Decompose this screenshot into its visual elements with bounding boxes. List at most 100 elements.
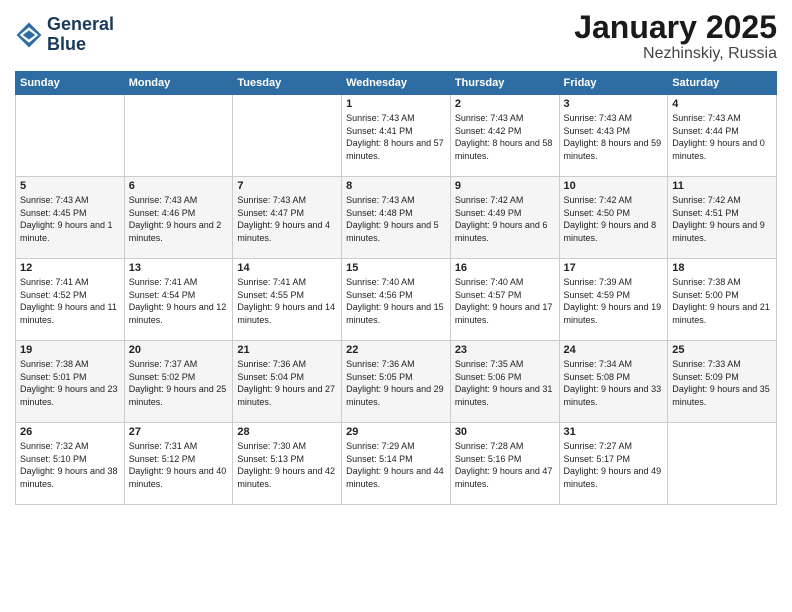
calendar-cell bbox=[124, 95, 233, 177]
weekday-header-saturday: Saturday bbox=[668, 72, 777, 95]
weekday-header-sunday: Sunday bbox=[16, 72, 125, 95]
weekday-header-monday: Monday bbox=[124, 72, 233, 95]
logo: General Blue bbox=[15, 15, 114, 55]
day-info: Sunrise: 7:42 AM Sunset: 4:51 PM Dayligh… bbox=[672, 194, 772, 244]
calendar-week-row: 26 Sunrise: 7:32 AM Sunset: 5:10 PM Dayli… bbox=[16, 423, 777, 505]
day-number: 12 bbox=[20, 262, 120, 274]
calendar-header-row: SundayMondayTuesdayWednesdayThursdayFrid… bbox=[16, 72, 777, 95]
day-info: Sunrise: 7:42 AM Sunset: 4:49 PM Dayligh… bbox=[455, 194, 555, 244]
day-number: 2 bbox=[455, 98, 555, 110]
calendar-cell: 19 Sunrise: 7:38 AM Sunset: 5:01 PM Dayli… bbox=[16, 341, 125, 423]
day-number: 19 bbox=[20, 344, 120, 356]
weekday-header-friday: Friday bbox=[559, 72, 668, 95]
calendar-cell: 3Sunrise: 7:43 AM Sunset: 4:43 PM Daylig… bbox=[559, 95, 668, 177]
calendar-cell: 13Sunrise: 7:41 AM Sunset: 4:54 PM Dayli… bbox=[124, 259, 233, 341]
calendar-cell: 20 Sunrise: 7:37 AM Sunset: 5:02 PM Dayli… bbox=[124, 341, 233, 423]
day-number: 5 bbox=[20, 180, 120, 192]
day-number: 29 bbox=[346, 426, 446, 438]
day-info: Sunrise: 7:41 AM Sunset: 4:52 PM Dayligh… bbox=[20, 276, 120, 326]
calendar-cell: 14Sunrise: 7:41 AM Sunset: 4:55 PM Dayli… bbox=[233, 259, 342, 341]
calendar-cell: 25 Sunrise: 7:33 AM Sunset: 5:09 PM Dayli… bbox=[668, 341, 777, 423]
day-number: 23 bbox=[455, 344, 555, 356]
calendar-cell: 31 Sunrise: 7:27 AM Sunset: 5:17 PM Dayli… bbox=[559, 423, 668, 505]
calendar-cell: 2 Sunrise: 7:43 AM Sunset: 4:42 PM Daylig… bbox=[450, 95, 559, 177]
day-info: Sunrise: 7:43 AM Sunset: 4:43 PM Dayligh… bbox=[564, 112, 664, 162]
day-number: 10 bbox=[564, 180, 664, 192]
calendar-cell: 26 Sunrise: 7:32 AM Sunset: 5:10 PM Dayli… bbox=[16, 423, 125, 505]
day-info: Sunrise: 7:31 AM Sunset: 5:12 PM Dayligh… bbox=[129, 440, 229, 490]
calendar-week-row: 5 Sunrise: 7:43 AM Sunset: 4:45 PM Daylig… bbox=[16, 177, 777, 259]
day-info: Sunrise: 7:38 AM Sunset: 5:00 PM Dayligh… bbox=[672, 276, 772, 326]
day-info: Sunrise: 7:37 AM Sunset: 5:02 PM Dayligh… bbox=[129, 358, 229, 408]
day-info: Sunrise: 7:33 AM Sunset: 5:09 PM Dayligh… bbox=[672, 358, 772, 408]
calendar-cell: 8Sunrise: 7:43 AM Sunset: 4:48 PM Daylig… bbox=[342, 177, 451, 259]
calendar-cell: 4 Sunrise: 7:43 AM Sunset: 4:44 PM Daylig… bbox=[668, 95, 777, 177]
day-number: 21 bbox=[237, 344, 337, 356]
calendar-cell: 29 Sunrise: 7:29 AM Sunset: 5:14 PM Dayli… bbox=[342, 423, 451, 505]
day-number: 8 bbox=[346, 180, 446, 192]
day-number: 9 bbox=[455, 180, 555, 192]
location-subtitle: Nezhinskiy, Russia bbox=[574, 45, 777, 63]
weekday-header-wednesday: Wednesday bbox=[342, 72, 451, 95]
day-info: Sunrise: 7:36 AM Sunset: 5:05 PM Dayligh… bbox=[346, 358, 446, 408]
month-title: January 2025 bbox=[574, 10, 777, 45]
weekday-header-tuesday: Tuesday bbox=[233, 72, 342, 95]
calendar-cell: 10Sunrise: 7:42 AM Sunset: 4:50 PM Dayli… bbox=[559, 177, 668, 259]
day-number: 17 bbox=[564, 262, 664, 274]
day-number: 7 bbox=[237, 180, 337, 192]
calendar-cell: 9 Sunrise: 7:42 AM Sunset: 4:49 PM Daylig… bbox=[450, 177, 559, 259]
page-container: General Blue January 2025 Nezhinskiy, Ru… bbox=[0, 0, 792, 515]
calendar-cell: 16Sunrise: 7:40 AM Sunset: 4:57 PM Dayli… bbox=[450, 259, 559, 341]
calendar-week-row: 12 Sunrise: 7:41 AM Sunset: 4:52 PM Dayli… bbox=[16, 259, 777, 341]
day-info: Sunrise: 7:43 AM Sunset: 4:47 PM Dayligh… bbox=[237, 194, 337, 244]
header: General Blue January 2025 Nezhinskiy, Ru… bbox=[15, 10, 777, 63]
day-info: Sunrise: 7:43 AM Sunset: 4:45 PM Dayligh… bbox=[20, 194, 120, 244]
day-number: 31 bbox=[564, 426, 664, 438]
day-info: Sunrise: 7:43 AM Sunset: 4:41 PM Dayligh… bbox=[346, 112, 446, 162]
day-number: 15 bbox=[346, 262, 446, 274]
day-info: Sunrise: 7:41 AM Sunset: 4:54 PM Dayligh… bbox=[129, 276, 229, 326]
calendar-cell: 6Sunrise: 7:43 AM Sunset: 4:46 PM Daylig… bbox=[124, 177, 233, 259]
day-number: 4 bbox=[672, 98, 772, 110]
day-number: 27 bbox=[129, 426, 229, 438]
day-number: 30 bbox=[455, 426, 555, 438]
day-number: 26 bbox=[20, 426, 120, 438]
calendar-cell: 17 Sunrise: 7:39 AM Sunset: 4:59 PM Dayli… bbox=[559, 259, 668, 341]
day-info: Sunrise: 7:34 AM Sunset: 5:08 PM Dayligh… bbox=[564, 358, 664, 408]
day-info: Sunrise: 7:28 AM Sunset: 5:16 PM Dayligh… bbox=[455, 440, 555, 490]
day-info: Sunrise: 7:38 AM Sunset: 5:01 PM Dayligh… bbox=[20, 358, 120, 408]
day-number: 25 bbox=[672, 344, 772, 356]
day-info: Sunrise: 7:43 AM Sunset: 4:44 PM Dayligh… bbox=[672, 112, 772, 162]
day-info: Sunrise: 7:43 AM Sunset: 4:42 PM Dayligh… bbox=[455, 112, 555, 162]
logo-text-blue: Blue bbox=[47, 35, 114, 55]
calendar-week-row: 1Sunrise: 7:43 AM Sunset: 4:41 PM Daylig… bbox=[16, 95, 777, 177]
day-info: Sunrise: 7:39 AM Sunset: 4:59 PM Dayligh… bbox=[564, 276, 664, 326]
day-info: Sunrise: 7:27 AM Sunset: 5:17 PM Dayligh… bbox=[564, 440, 664, 490]
calendar-cell: 15 Sunrise: 7:40 AM Sunset: 4:56 PM Dayli… bbox=[342, 259, 451, 341]
day-info: Sunrise: 7:41 AM Sunset: 4:55 PM Dayligh… bbox=[237, 276, 337, 326]
calendar-cell: 21 Sunrise: 7:36 AM Sunset: 5:04 PM Dayli… bbox=[233, 341, 342, 423]
day-number: 6 bbox=[129, 180, 229, 192]
day-info: Sunrise: 7:30 AM Sunset: 5:13 PM Dayligh… bbox=[237, 440, 337, 490]
calendar-cell bbox=[668, 423, 777, 505]
weekday-header-thursday: Thursday bbox=[450, 72, 559, 95]
calendar-cell: 23 Sunrise: 7:35 AM Sunset: 5:06 PM Dayli… bbox=[450, 341, 559, 423]
calendar-cell: 12 Sunrise: 7:41 AM Sunset: 4:52 PM Dayli… bbox=[16, 259, 125, 341]
calendar-cell: 28Sunrise: 7:30 AM Sunset: 5:13 PM Dayli… bbox=[233, 423, 342, 505]
day-info: Sunrise: 7:40 AM Sunset: 4:56 PM Dayligh… bbox=[346, 276, 446, 326]
day-number: 11 bbox=[672, 180, 772, 192]
day-number: 24 bbox=[564, 344, 664, 356]
day-info: Sunrise: 7:32 AM Sunset: 5:10 PM Dayligh… bbox=[20, 440, 120, 490]
calendar-cell bbox=[233, 95, 342, 177]
calendar-table: SundayMondayTuesdayWednesdayThursdayFrid… bbox=[15, 71, 777, 505]
day-info: Sunrise: 7:29 AM Sunset: 5:14 PM Dayligh… bbox=[346, 440, 446, 490]
day-info: Sunrise: 7:35 AM Sunset: 5:06 PM Dayligh… bbox=[455, 358, 555, 408]
calendar-cell: 11 Sunrise: 7:42 AM Sunset: 4:51 PM Dayli… bbox=[668, 177, 777, 259]
day-number: 20 bbox=[129, 344, 229, 356]
day-number: 22 bbox=[346, 344, 446, 356]
title-block: January 2025 Nezhinskiy, Russia bbox=[574, 10, 777, 63]
calendar-cell: 5 Sunrise: 7:43 AM Sunset: 4:45 PM Daylig… bbox=[16, 177, 125, 259]
day-info: Sunrise: 7:36 AM Sunset: 5:04 PM Dayligh… bbox=[237, 358, 337, 408]
calendar-cell: 1Sunrise: 7:43 AM Sunset: 4:41 PM Daylig… bbox=[342, 95, 451, 177]
calendar-cell bbox=[16, 95, 125, 177]
